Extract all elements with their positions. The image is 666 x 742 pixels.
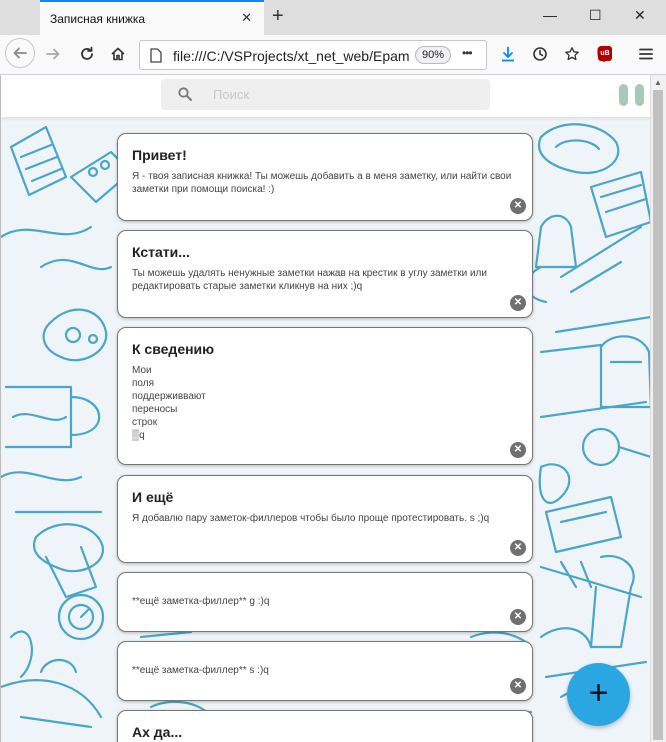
note-card[interactable]: Ах да... bbox=[117, 710, 533, 742]
url-text: file:///C:/VSProjects/xt_net_web/Epam bbox=[173, 48, 410, 64]
note-text: Я - твоя записная книжка! Ты можешь доба… bbox=[132, 171, 512, 195]
ublock-badge: uB bbox=[598, 46, 612, 61]
search-icon bbox=[178, 87, 192, 101]
delete-note-icon[interactable]: ✕ bbox=[510, 609, 526, 625]
address-bar[interactable]: file:///C:/VSProjects/xt_net_web/Epam 90… bbox=[139, 40, 487, 70]
reload-button[interactable] bbox=[73, 40, 101, 68]
note-title: И ещё bbox=[132, 489, 174, 505]
page-icon bbox=[150, 48, 162, 63]
note-card[interactable]: **ещё заметка-филлер** s :)q ✕ bbox=[117, 641, 533, 701]
note-text: **ещё заметка-филлер** g :)q bbox=[132, 596, 270, 607]
header-toggle-left[interactable] bbox=[619, 84, 628, 106]
note-text: Мои поля поддерживвают переносы строк ▒q bbox=[132, 365, 206, 441]
bookmarks-button[interactable] bbox=[558, 40, 586, 68]
page-actions-menu[interactable]: ••• bbox=[462, 46, 473, 60]
app-header bbox=[1, 75, 650, 117]
delete-note-icon[interactable]: ✕ bbox=[510, 540, 526, 556]
delete-note-icon[interactable]: ✕ bbox=[510, 678, 526, 694]
tab-close-icon[interactable]: ✕ bbox=[241, 11, 252, 25]
minimize-icon[interactable]: — bbox=[543, 6, 557, 24]
page-content: Привет! Я - твоя записная книжка! Ты мож… bbox=[0, 75, 650, 742]
note-text: Ты можешь удалять ненужные заметки нажав… bbox=[132, 268, 487, 292]
tab-title: Записная книжка bbox=[50, 12, 146, 26]
note-card[interactable]: К сведению Мои поля поддерживвают перено… bbox=[117, 327, 533, 465]
history-button[interactable] bbox=[526, 40, 554, 68]
note-title: Привет! bbox=[132, 147, 187, 163]
window-close-icon[interactable]: ✕ bbox=[634, 6, 646, 24]
browser-toolbar: file:///C:/VSProjects/xt_net_web/Epam 90… bbox=[0, 35, 666, 75]
back-button[interactable] bbox=[5, 38, 35, 68]
back-arrow-icon bbox=[13, 47, 27, 59]
note-title: Ах да... bbox=[132, 724, 183, 740]
zoom-indicator[interactable]: 90% bbox=[415, 46, 451, 64]
page-scrollbar[interactable]: ▲ bbox=[650, 75, 666, 742]
maximize-icon[interactable]: ☐ bbox=[589, 6, 602, 24]
clock-icon bbox=[533, 47, 547, 61]
downloads-button[interactable] bbox=[494, 40, 522, 68]
note-card[interactable]: И ещё Я добавлю пару заметок-филлеров чт… bbox=[117, 475, 533, 563]
hamburger-menu-icon bbox=[639, 48, 653, 60]
note-card[interactable]: Кстати... Ты можешь удалять ненужные зам… bbox=[117, 230, 533, 318]
delete-note-icon[interactable]: ✕ bbox=[510, 295, 526, 311]
header-toggle-right[interactable] bbox=[635, 84, 644, 106]
note-text: Я добавлю пару заметок-филлеров чтобы бы… bbox=[132, 513, 490, 524]
home-icon bbox=[111, 47, 125, 61]
new-tab-button[interactable]: + bbox=[272, 6, 284, 26]
note-title: К сведению bbox=[132, 341, 215, 357]
delete-note-icon[interactable]: ✕ bbox=[510, 198, 526, 214]
note-card[interactable]: **ещё заметка-филлер** g :)q ✕ bbox=[117, 572, 533, 632]
home-button[interactable] bbox=[104, 40, 132, 68]
star-icon bbox=[565, 47, 579, 61]
forward-arrow-icon bbox=[46, 48, 60, 60]
add-note-button[interactable]: + bbox=[567, 663, 630, 726]
browser-tab-strip: Записная книжка ✕ + — ☐ ✕ bbox=[0, 0, 666, 35]
scroll-up-arrow-icon[interactable]: ▲ bbox=[654, 78, 662, 87]
search-input[interactable] bbox=[213, 85, 473, 103]
browser-tab[interactable]: Записная книжка ✕ bbox=[40, 0, 264, 35]
search-box[interactable] bbox=[161, 79, 490, 110]
note-title: Кстати... bbox=[132, 244, 190, 260]
forward-button[interactable] bbox=[39, 40, 67, 68]
reload-icon bbox=[81, 46, 93, 60]
note-card[interactable]: Привет! Я - твоя записная книжка! Ты мож… bbox=[117, 133, 533, 221]
note-text: **ещё заметка-филлер** s :)q bbox=[132, 665, 269, 676]
scroll-thumb[interactable] bbox=[653, 90, 663, 740]
download-icon bbox=[502, 46, 514, 62]
delete-note-icon[interactable]: ✕ bbox=[510, 442, 526, 458]
app-menu-button[interactable] bbox=[632, 40, 660, 68]
